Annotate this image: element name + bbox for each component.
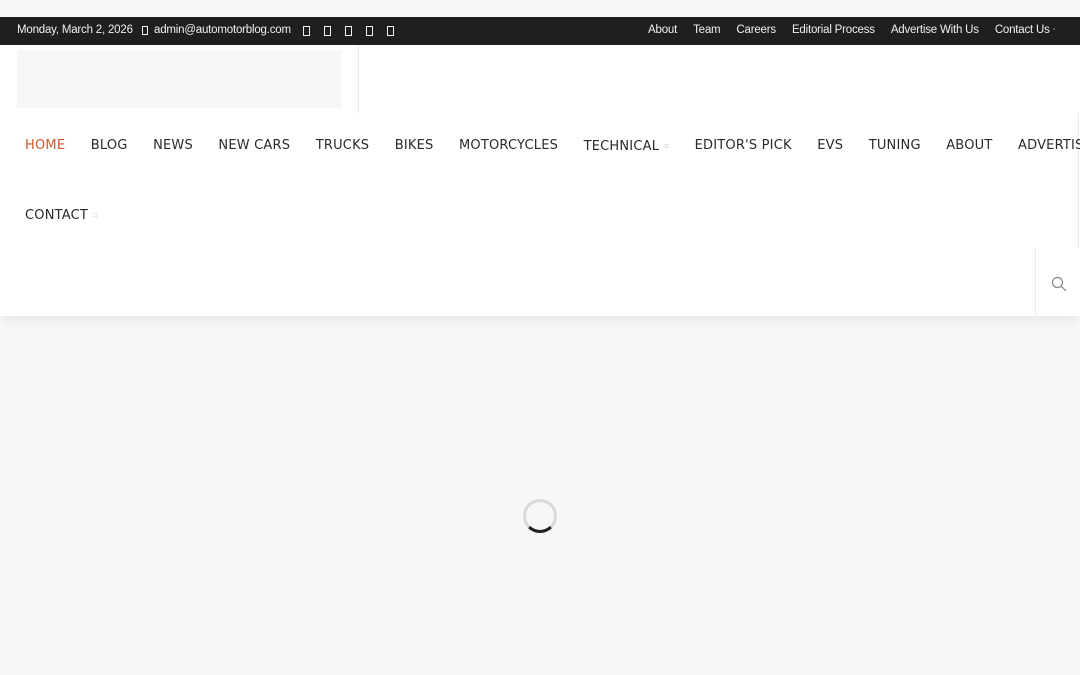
top-nav-about[interactable]: About [648,24,677,36]
header-right-divider [1078,113,1079,248]
menu-item-technical-label[interactable]: TECHNICAL [584,139,660,154]
top-nav-editorial-process[interactable]: Editorial Process [792,24,875,36]
menu-item-contact[interactable]: CONTACT ▫ [25,207,98,224]
site-logo[interactable] [17,50,342,108]
menu-item-tuning[interactable]: TUNING [869,138,921,155]
top-nav-team[interactable]: Team [693,24,721,36]
menu-item-evs[interactable]: EVS [817,138,843,155]
contact-email-text[interactable]: admin@automotorblog.com [154,24,291,36]
social-icon-3[interactable] [345,26,352,36]
search-button[interactable] [1035,248,1080,316]
menu-item-blog[interactable]: BLOG [91,138,128,155]
contact-email[interactable]: admin@automotorblog.com [142,24,291,36]
main-menu: HOME BLOG NEWS NEW CARS TRUCKS BIKES MOT… [25,138,1080,224]
main-menu-row-2: CONTACT ▫ [25,207,1055,224]
menu-item-contact-label[interactable]: CONTACT [25,208,88,223]
top-nav-careers[interactable]: Careers [736,24,776,36]
header-divider [358,45,359,113]
search-icon [1051,276,1067,292]
chevron-down-icon: ▫ [1052,26,1056,33]
menu-item-home[interactable]: HOME [25,138,65,155]
menu-item-editors-pick[interactable]: EDITOR'S PICK [695,138,792,155]
social-icon-2[interactable] [324,26,331,36]
top-nav-contact-label[interactable]: Contact Us [995,24,1050,36]
chevron-down-icon: ▫ [664,142,670,150]
menu-item-trucks[interactable]: TRUCKS [316,138,370,155]
social-icon-1[interactable] [303,26,310,36]
menu-item-advertise[interactable]: ADVERTISE [1018,138,1080,155]
loading-spinner [523,499,557,533]
social-icon-5[interactable] [387,26,394,36]
menu-item-technical[interactable]: TECHNICAL ▫ [584,138,670,155]
site-header: HOME BLOG NEWS NEW CARS TRUCKS BIKES MOT… [0,45,1080,316]
social-links [303,26,394,36]
top-nav-advertise[interactable]: Advertise With Us [891,24,979,36]
menu-item-bikes[interactable]: BIKES [395,138,434,155]
top-nav-contact[interactable]: Contact Us ▫ [995,24,1055,36]
current-date: Monday, March 2, 2026 [17,24,133,36]
menu-item-about[interactable]: ABOUT [946,138,992,155]
menu-item-motorcycles[interactable]: MOTORCYCLES [459,138,558,155]
social-icon-4[interactable] [366,26,373,36]
chevron-down-icon: ▫ [93,211,99,219]
menu-item-news[interactable]: NEWS [153,138,193,155]
menu-item-new-cars[interactable]: NEW CARS [218,138,290,155]
mail-icon [142,25,148,35]
top-bar: Monday, March 2, 2026 admin@automotorblo… [0,17,1080,45]
main-menu-row: HOME BLOG NEWS NEW CARS TRUCKS BIKES MOT… [25,138,1080,155]
top-nav: About Team Careers Editorial Process Adv… [648,24,1055,36]
